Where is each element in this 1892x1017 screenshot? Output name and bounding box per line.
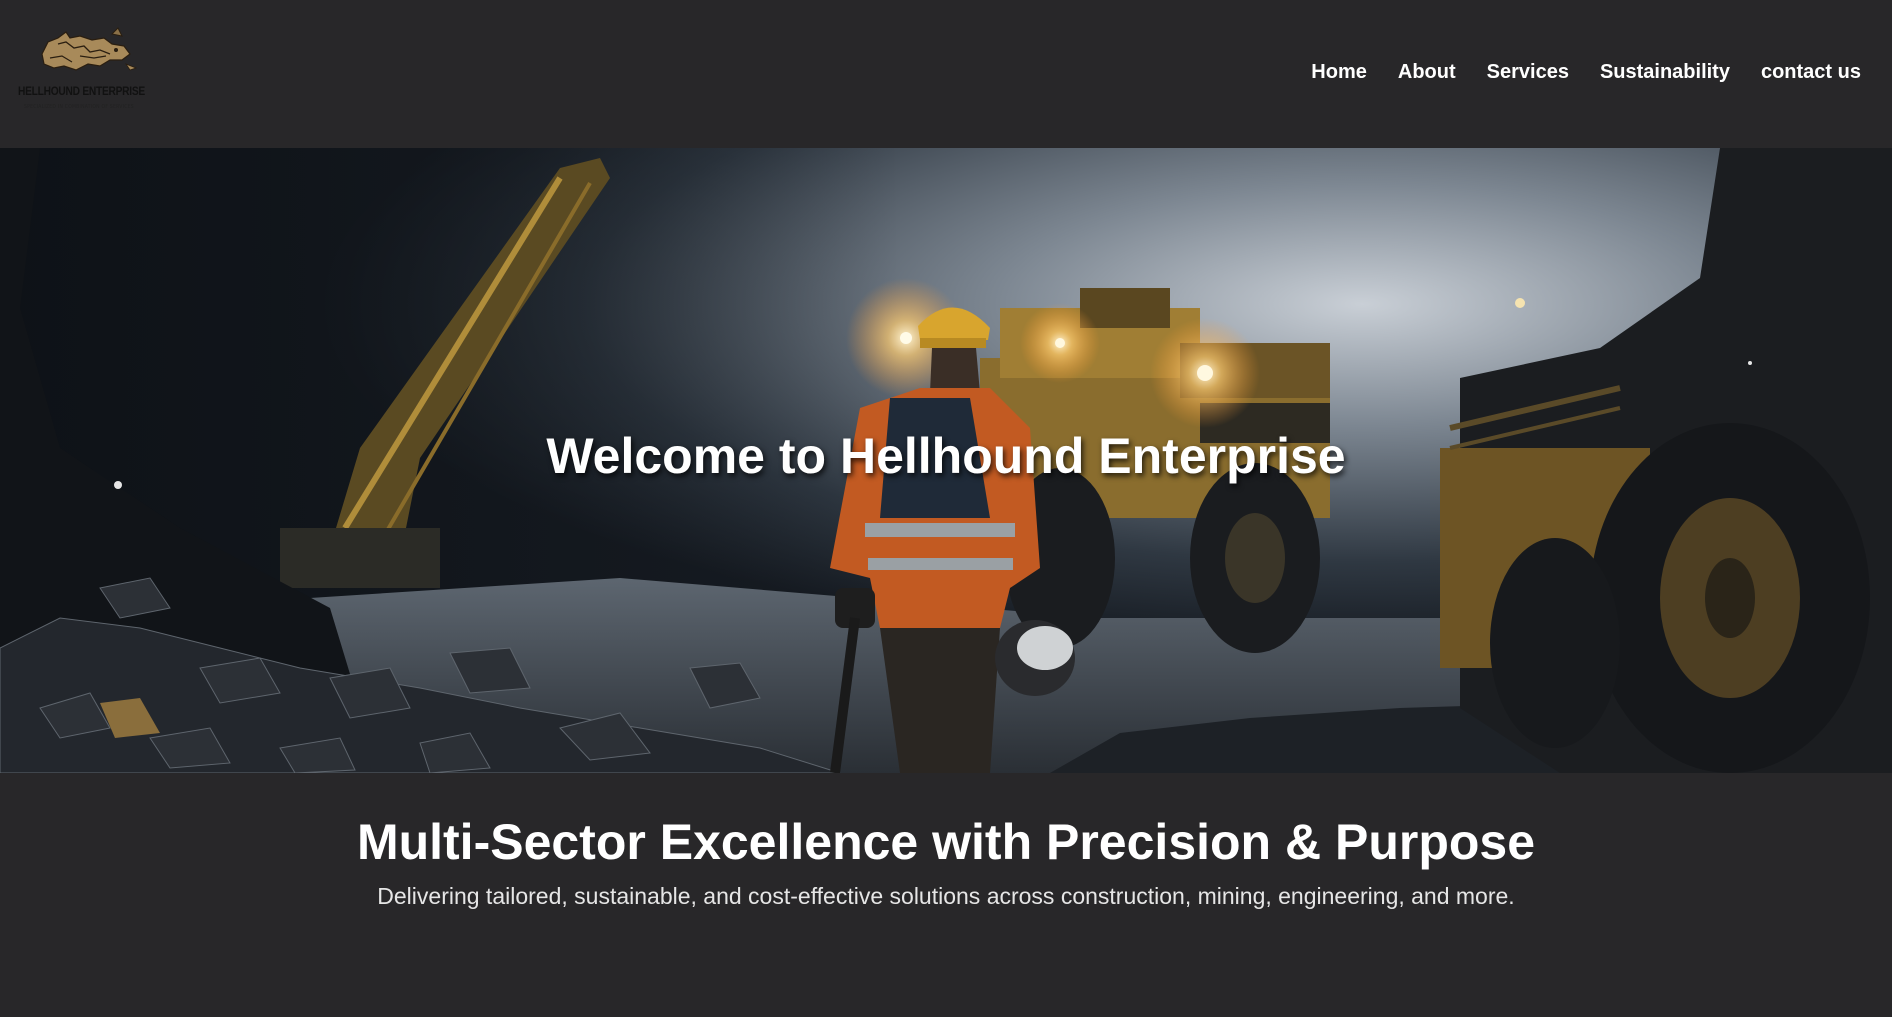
intro-subtitle: Delivering tailored, sustainable, and co… [377, 883, 1515, 909]
nav-about[interactable]: About [1398, 58, 1456, 86]
brand-logo[interactable]: HELLHOUND ENTERPRISE SPECIALIZED IN COMB… [14, 24, 154, 116]
nav-sustainability[interactable]: Sustainability [1600, 58, 1730, 86]
main-nav: Home About Services Sustainability conta… [1280, 58, 1861, 86]
hellhound-dog-icon [41, 27, 138, 71]
brand-name: HELLHOUND ENTERPRISE [18, 84, 145, 98]
hero-banner: Welcome to Hellhound Enterprise [0, 148, 1892, 773]
hero-heading: Welcome to Hellhound Enterprise [546, 428, 1346, 484]
nav-contact-us[interactable]: contact us [1761, 58, 1861, 86]
nav-services[interactable]: Services [1487, 58, 1569, 86]
intro-title: Multi-Sector Excellence with Precision &… [356, 814, 1536, 870]
brand-tagline: SPECIALIZED IN COMBINATION OF SERVICES [24, 104, 134, 110]
intro-section: Multi-Sector Excellence with Precision &… [0, 773, 1892, 1017]
site-header: HELLHOUND ENTERPRISE SPECIALIZED IN COMB… [0, 0, 1892, 148]
nav-home[interactable]: Home [1311, 58, 1367, 86]
